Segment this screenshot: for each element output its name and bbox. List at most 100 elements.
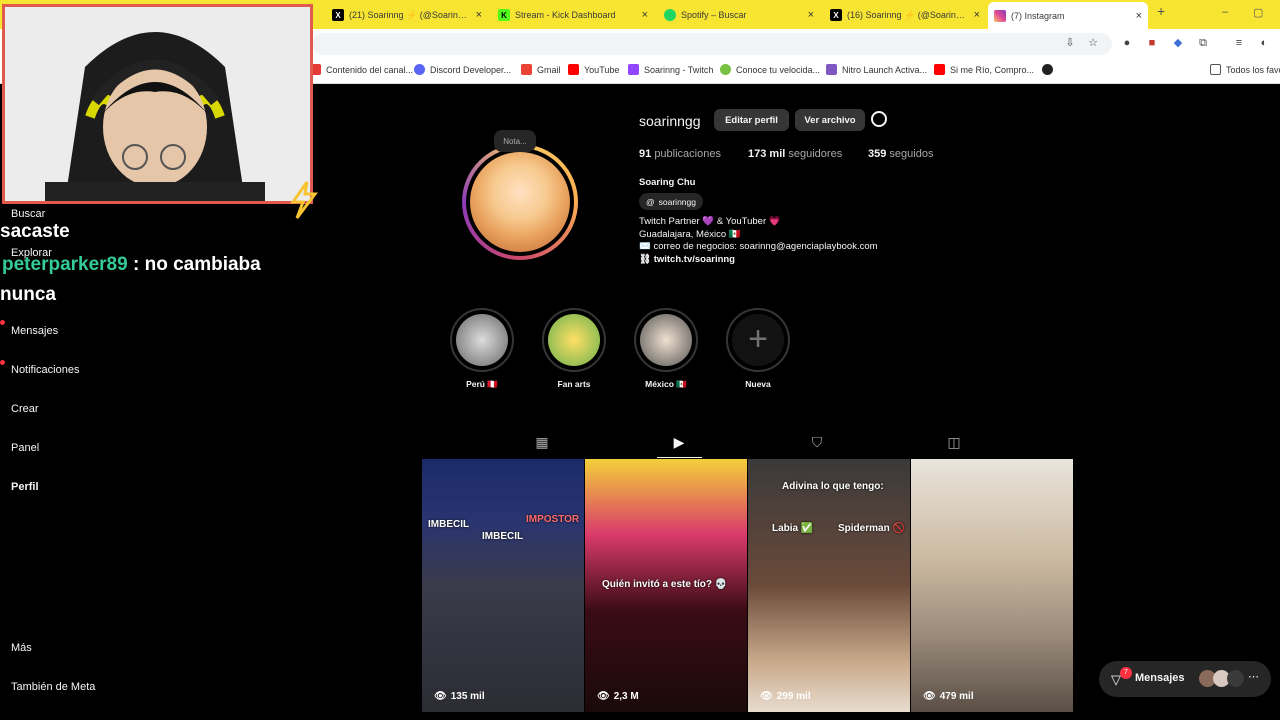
install-app-icon[interactable]: ⇩ bbox=[1064, 37, 1076, 49]
browser-tab-active[interactable]: (7) Instagram × bbox=[988, 2, 1148, 29]
minimize-icon[interactable]: – bbox=[1222, 6, 1228, 18]
bookmark-item[interactable] bbox=[1042, 64, 1058, 75]
close-icon[interactable]: × bbox=[1136, 10, 1142, 22]
bookmark-item[interactable]: YouTube bbox=[568, 64, 619, 75]
browser-tab[interactable]: Spotify – Buscar × bbox=[658, 4, 820, 26]
highlight-new[interactable]: + bbox=[726, 308, 790, 372]
bookmark-label: Conoce tu velocida... bbox=[736, 64, 821, 75]
plus-icon: + bbox=[732, 314, 784, 366]
bookmark-item[interactable]: Discord Developer... bbox=[414, 64, 511, 75]
bookmark-item[interactable]: Nitro Launch Activa... bbox=[826, 64, 927, 75]
stat-following[interactable]: 359 seguidos bbox=[868, 148, 933, 160]
messages-pill[interactable]: ▽ 7 Mensajes ⋯ bbox=[1099, 661, 1271, 697]
kick-logo-icon: K bbox=[498, 9, 510, 21]
media-control-icon[interactable]: ≡ bbox=[1233, 37, 1245, 49]
highlight-label: Nueva bbox=[745, 379, 771, 389]
sidebar-item-mensajes[interactable]: Mensajes bbox=[11, 325, 58, 337]
all-bookmarks[interactable]: Todos los favo bbox=[1210, 64, 1280, 75]
lightning-icon bbox=[290, 181, 318, 219]
sidebar-item-mas[interactable]: Más bbox=[11, 642, 32, 654]
reel-thumbnail[interactable]: Quién invitó a este tío? 💀 👁 2,3 M bbox=[585, 459, 747, 712]
tab-posts-grid-icon[interactable]: ▦ bbox=[533, 433, 551, 451]
tab-reels-icon[interactable]: ▶ bbox=[670, 433, 688, 451]
stat-followers[interactable]: 173 mil seguidores bbox=[748, 148, 842, 160]
bookmark-label: Discord Developer... bbox=[430, 64, 512, 75]
sidebar-item-perfil[interactable]: Perfil bbox=[11, 481, 39, 493]
highlight-image bbox=[548, 314, 600, 366]
extension-icon[interactable]: ◆ bbox=[1172, 37, 1184, 49]
sidebar-item-crear[interactable]: Crear bbox=[11, 403, 39, 415]
close-icon[interactable]: × bbox=[974, 9, 980, 21]
active-tab-indicator bbox=[657, 457, 702, 458]
highlight-mexico[interactable] bbox=[634, 308, 698, 372]
gmail-icon bbox=[521, 64, 532, 75]
sidebar-item-meta[interactable]: También de Meta bbox=[11, 681, 95, 693]
messages-label: Mensajes bbox=[1135, 672, 1185, 684]
note-bubble[interactable]: Nota... bbox=[494, 130, 536, 152]
tab-tagged-icon[interactable]: ◫ bbox=[945, 433, 963, 451]
stat-label: seguidores bbox=[788, 148, 843, 160]
bookmark-star-icon[interactable]: ☆ bbox=[1087, 37, 1099, 49]
eye-icon: 👁 bbox=[597, 691, 610, 702]
extension-icon[interactable]: ● bbox=[1121, 37, 1133, 49]
x-logo-icon: X bbox=[830, 9, 842, 21]
bookmark-item[interactable]: Conoce tu velocida... bbox=[720, 64, 820, 75]
reel-caption: Adivina lo que tengo: bbox=[782, 481, 884, 492]
settings-gear-icon[interactable] bbox=[871, 111, 887, 127]
bookmark-label: Todos los favo bbox=[1226, 64, 1280, 75]
stat-posts: 91 publicaciones bbox=[639, 148, 721, 160]
bookmark-item[interactable]: Gmail bbox=[521, 64, 561, 75]
browser-tab[interactable]: X (16) Soarinng ⚡ (@Soaringch × bbox=[824, 4, 986, 26]
tab-title: Spotify – Buscar bbox=[681, 10, 747, 20]
tab-saved-icon[interactable]: ⛉ bbox=[808, 433, 826, 451]
highlight-label: Fan arts bbox=[557, 379, 591, 389]
bookmark-item[interactable]: Soarinng - Twitch bbox=[628, 64, 713, 75]
chat-line: sacaste bbox=[0, 221, 70, 242]
threads-icon: @ bbox=[646, 196, 655, 207]
views-text: 299 mil bbox=[776, 691, 811, 702]
views-text: 2,3 M bbox=[613, 691, 639, 702]
maximize-icon[interactable]: ▢ bbox=[1253, 6, 1263, 19]
browser-tab[interactable]: K Stream - Kick Dashboard × bbox=[492, 4, 654, 26]
threads-badge[interactable]: @ soarinngg bbox=[639, 193, 703, 210]
bookmark-item[interactable]: Contenido del canal... bbox=[310, 64, 413, 75]
bookmark-label: Soarinng - Twitch bbox=[644, 64, 714, 75]
view-archive-button[interactable]: Ver archivo bbox=[795, 109, 865, 131]
sidebar-item-buscar[interactable]: Buscar bbox=[11, 208, 45, 220]
highlight-label: Perú 🇵🇪 bbox=[466, 379, 498, 389]
profile-avatar[interactable] bbox=[462, 144, 578, 260]
stat-value: 91 bbox=[639, 148, 652, 160]
address-bar[interactable] bbox=[312, 33, 1112, 55]
tab-title: (7) Instagram bbox=[1011, 10, 1065, 21]
edit-profile-button[interactable]: Editar perfil bbox=[714, 109, 789, 131]
chat-line: peterparker89 : no cambiaba bbox=[2, 254, 261, 276]
reel-view-count: 👁 299 mil bbox=[760, 691, 811, 702]
reel-thumbnail[interactable]: 👁 479 mil bbox=[911, 459, 1073, 712]
sidebar-item-panel[interactable]: Panel bbox=[11, 442, 39, 454]
bookmark-item[interactable]: Si me Río, Compro... bbox=[934, 64, 1034, 75]
folder-icon bbox=[1210, 64, 1221, 75]
profile-link[interactable]: ⛓ twitch.tv/soarinng bbox=[639, 254, 735, 265]
webcam-image bbox=[5, 7, 310, 201]
close-icon[interactable]: × bbox=[476, 9, 482, 21]
close-icon[interactable]: × bbox=[642, 9, 648, 21]
reel-thumbnail[interactable]: Adivina lo que tengo: Labia ✅ Spiderman … bbox=[748, 459, 910, 712]
stat-value: 359 bbox=[868, 148, 887, 160]
chat-username: peterparker89 bbox=[2, 254, 128, 275]
sidebar-item-notificaciones[interactable]: Notificaciones bbox=[11, 364, 79, 376]
bio-line: Twitch Partner 💜 & YouTuber 💗 bbox=[639, 216, 781, 227]
reel-thumbnail[interactable]: IMBECIL IMBECIL IMPOSTOR 👁 135 mil bbox=[422, 459, 584, 712]
highlight-image bbox=[456, 314, 508, 366]
speedtest-icon bbox=[720, 64, 731, 75]
avatar bbox=[1227, 670, 1244, 687]
views-text: 479 mil bbox=[939, 691, 974, 702]
puzzle-icon[interactable]: ⧉ bbox=[1197, 37, 1209, 49]
profile-avatar-icon[interactable]: ◐ bbox=[1258, 37, 1270, 49]
reel-caption: Quién invitó a este tío? 💀 bbox=[602, 579, 728, 590]
browser-tab[interactable]: X (21) Soarinng ⚡ (@Soaringch × bbox=[326, 4, 488, 26]
highlight-peru[interactable] bbox=[450, 308, 514, 372]
extension-icon[interactable]: ■ bbox=[1146, 37, 1158, 49]
close-icon[interactable]: × bbox=[808, 9, 814, 21]
highlight-fan-arts[interactable] bbox=[542, 308, 606, 372]
new-tab-button[interactable]: + bbox=[1157, 3, 1165, 19]
